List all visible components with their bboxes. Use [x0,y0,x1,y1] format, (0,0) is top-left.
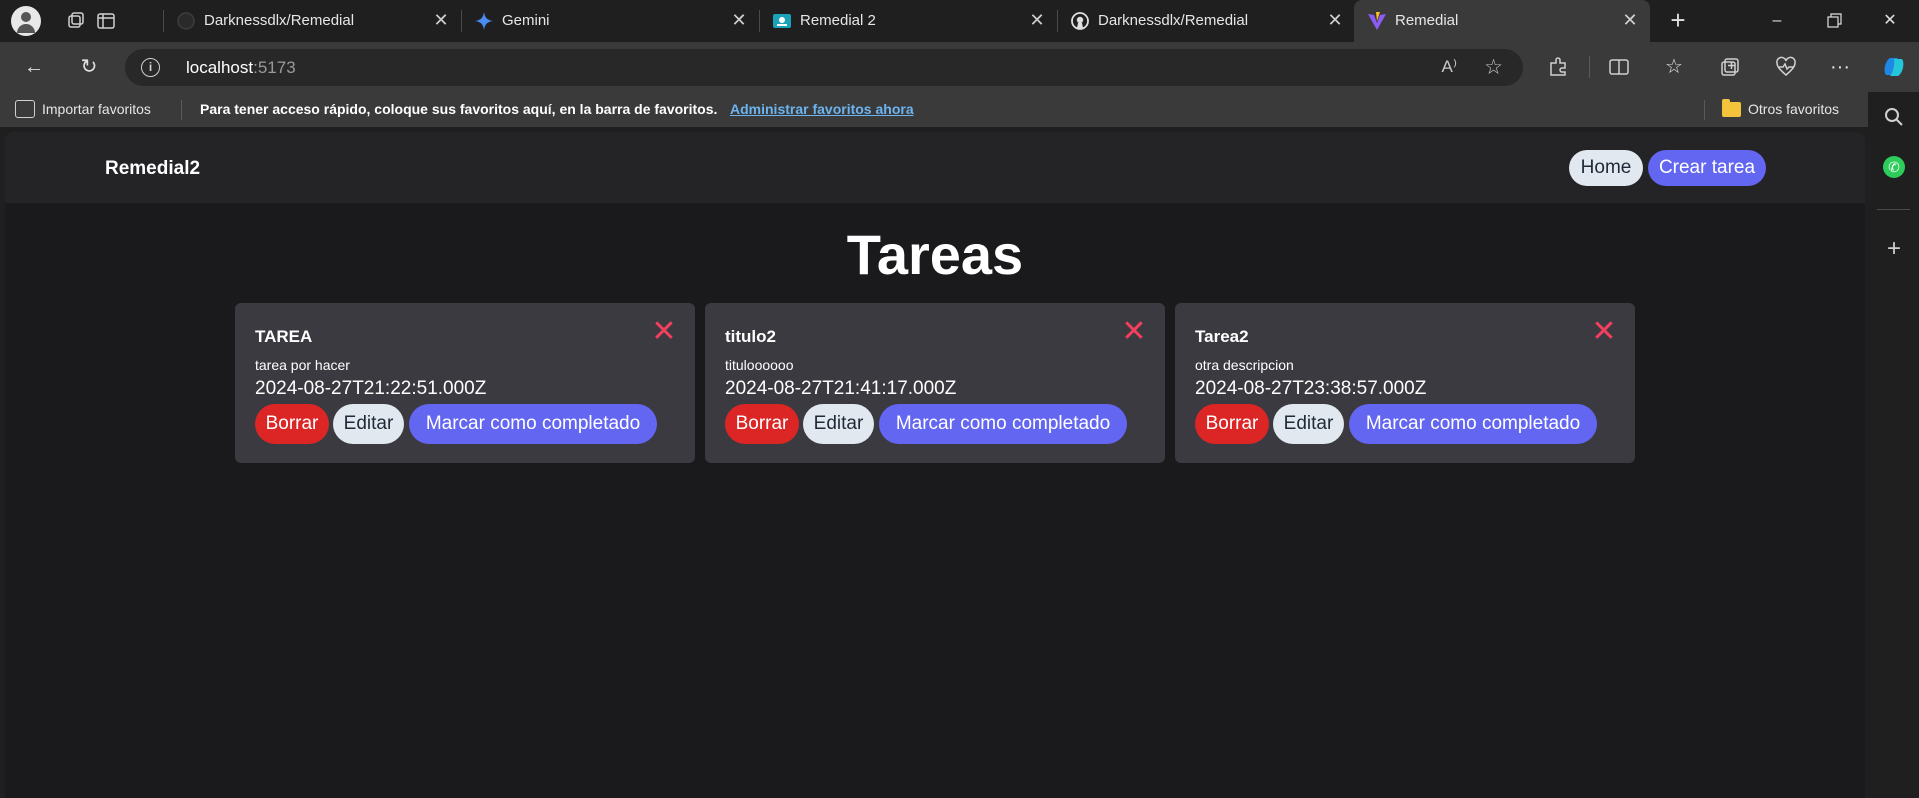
restore-icon[interactable] [1820,8,1848,34]
home-nav-button[interactable]: Home [1569,150,1643,186]
delete-task-button[interactable]: Borrar [1195,404,1269,444]
browser-tab[interactable]: Gemini ✕ [461,0,759,42]
gemini-icon [475,12,493,30]
tab-title: Remedial 2 [800,12,876,29]
task-card: TAREA ✕ tarea por hacer 2024-08-27T21:22… [235,303,695,463]
refresh-icon[interactable]: ↻ [77,55,101,79]
new-tab-button[interactable]: + [1665,7,1691,34]
edit-task-button[interactable]: Editar [803,404,874,444]
tab-close-icon[interactable]: ✕ [1027,10,1047,30]
task-title: TAREA [255,327,313,346]
browser-tab[interactable]: Darknessdlx/Remedial ✕ [163,0,461,42]
manage-favorites-link[interactable]: Administrar favoritos ahora [730,101,914,117]
complete-task-button[interactable]: Marcar como completado [1349,404,1597,444]
page-title: Tareas [846,223,1024,286]
tab-title: Gemini [502,12,550,29]
search-icon[interactable] [1881,104,1907,130]
browser-tab-active[interactable]: Remedial ✕ [1354,0,1650,42]
tab-title: Remedial [1395,12,1459,29]
workspaces-icon[interactable] [66,11,86,31]
edit-task-button[interactable]: Editar [1273,404,1344,444]
back-arrow-icon[interactable]: ← [22,55,46,79]
complete-task-button[interactable]: Marcar como completado [409,404,657,444]
tab-separator [759,10,760,32]
github-icon [177,12,195,30]
browser-tab[interactable]: Darknessdlx/Remedial ✕ [1057,0,1355,42]
other-favorites-button[interactable]: Otros favoritos [1748,101,1839,117]
task-date: 2024-08-27T21:41:17.000Z [725,378,957,399]
task-description: otra descripcion [1195,357,1294,373]
favorites-icon[interactable]: ☆ [1662,55,1686,79]
profile-body [17,24,35,33]
copilot-icon[interactable] [1880,53,1908,81]
task-title: Tarea2 [1195,327,1249,346]
favorites-bar: Importar favoritos Para tener acceso ráp… [0,92,1868,127]
import-favorites-button[interactable]: Importar favoritos [42,101,151,117]
add-sidebar-app-icon[interactable]: + [1881,236,1907,262]
address-bar[interactable]: i localhost:5173 A⁾ ☆ [125,49,1523,86]
favbar-divider [1704,100,1705,120]
delete-task-button[interactable]: Borrar [725,404,799,444]
browser-tab-strip: Darknessdlx/Remedial ✕ Gemini ✕ Remedial… [0,0,1919,42]
delete-task-button[interactable]: Borrar [255,404,329,444]
task-card: titulo2 ✕ tituloooooo 2024-08-27T21:41:1… [705,303,1165,463]
complete-task-button[interactable]: Marcar como completado [879,404,1127,444]
browser-tab[interactable]: Remedial 2 ✕ [759,0,1057,42]
tab-close-icon[interactable]: ✕ [1325,10,1345,30]
tab-close-icon[interactable]: ✕ [431,10,451,30]
github-icon [1071,12,1089,30]
task-title: titulo2 [725,327,776,346]
collections-icon[interactable] [1718,55,1742,79]
favbar-divider [181,100,182,120]
url-host: localhost [186,58,254,77]
classroom-icon [773,14,791,28]
delete-x-icon[interactable]: ✕ [651,317,677,347]
tab-close-icon[interactable]: ✕ [1620,10,1640,30]
split-screen-icon[interactable] [1607,55,1631,79]
browser-essentials-icon[interactable] [1774,55,1798,79]
sidebar-divider [1877,209,1910,210]
extensions-icon[interactable] [1547,55,1571,79]
tab-title: Darknessdlx/Remedial [1098,12,1249,29]
tab-separator [1057,10,1058,32]
create-task-nav-button[interactable]: Crear tarea [1648,150,1766,186]
profile-avatar-icon[interactable] [11,6,41,36]
tab-separator [163,10,164,32]
task-card: Tarea2 ✕ otra descripcion 2024-08-27T23:… [1175,303,1635,463]
app-navbar: Remedial2 Home Crear tarea [5,132,1865,203]
read-aloud-icon[interactable]: A⁾ [1441,57,1457,77]
delete-x-icon[interactable]: ✕ [1591,317,1617,347]
site-info-icon[interactable]: i [141,58,160,77]
profile-head [21,12,31,22]
toolbar-divider [1589,56,1590,78]
edit-task-button[interactable]: Editar [333,404,404,444]
minimize-icon[interactable]: – [1763,8,1791,34]
vite-icon [1368,12,1386,30]
folder-icon [1722,99,1741,117]
task-description: tarea por hacer [255,357,350,373]
browser-right-sidebar: ✆ + [1868,92,1919,798]
favorites-hint-text: Para tener acceso rápido, coloque sus fa… [200,101,718,117]
address-url[interactable]: localhost:5173 [186,58,296,78]
window-close-icon[interactable]: ✕ [1876,8,1904,34]
tab-separator [461,10,462,32]
import-favorites-icon[interactable] [15,100,35,118]
whatsapp-icon[interactable]: ✆ [1883,156,1905,178]
delete-x-icon[interactable]: ✕ [1121,317,1147,347]
browser-toolbar: ← ↻ i localhost:5173 A⁾ ☆ ☆ ··· [0,42,1919,92]
url-port: :5173 [253,58,296,77]
page-viewport: Remedial2 Home Crear tarea Tareas TAREA … [5,132,1865,798]
more-options-icon[interactable]: ··· [1828,55,1852,79]
favorite-star-icon[interactable]: ☆ [1484,55,1503,80]
task-date: 2024-08-27T23:38:57.000Z [1195,378,1427,399]
task-description: tituloooooo [725,357,794,373]
task-date: 2024-08-27T21:22:51.000Z [255,378,487,399]
vertical-tabs-icon[interactable] [96,11,116,31]
tab-title: Darknessdlx/Remedial [204,12,355,29]
app-brand[interactable]: Remedial2 [105,158,200,180]
tab-close-icon[interactable]: ✕ [729,10,749,30]
